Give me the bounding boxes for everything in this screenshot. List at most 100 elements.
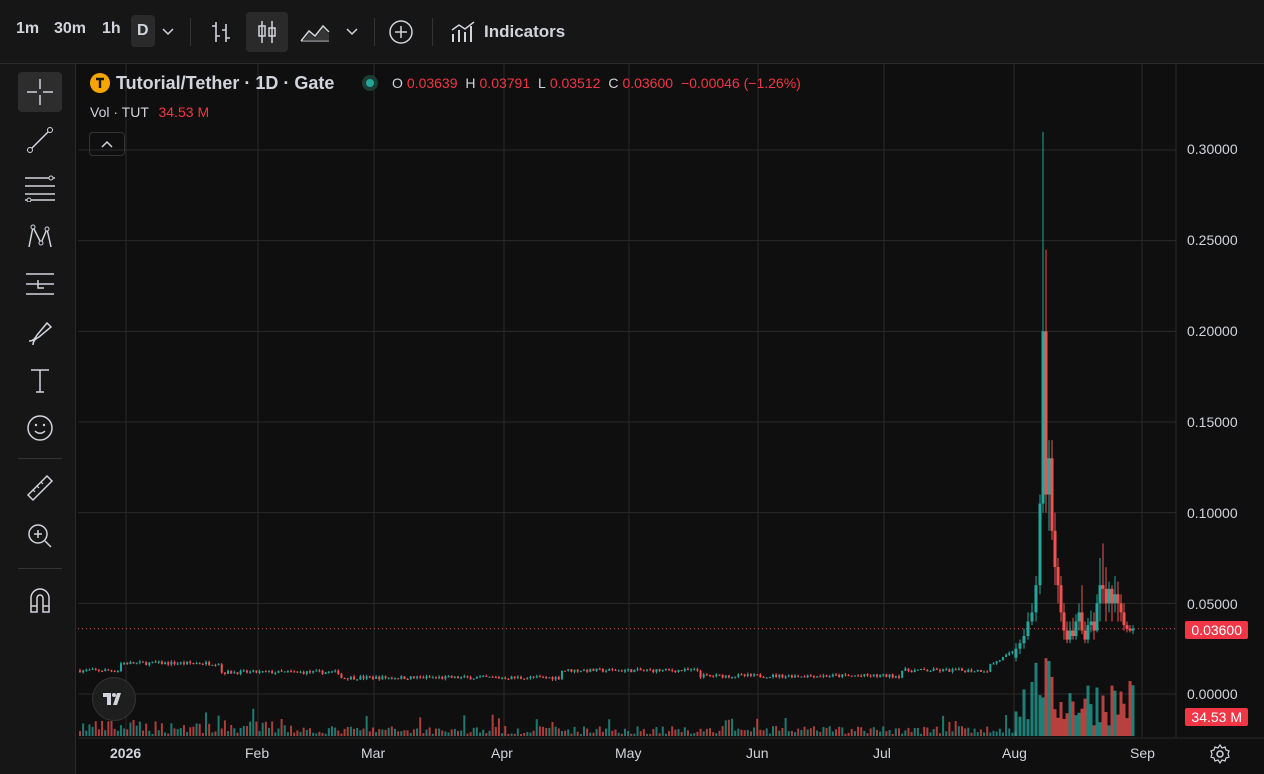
candle-body [192, 662, 195, 664]
chart-canvas[interactable] [78, 64, 1264, 774]
volume-bar [822, 726, 825, 736]
candle-body [129, 662, 132, 665]
volume-bar [305, 729, 308, 736]
volume-bar [838, 726, 841, 736]
crosshair-icon[interactable] [18, 72, 62, 112]
low-label: L [538, 75, 546, 91]
volume-bar [160, 723, 163, 736]
candle-body [463, 676, 466, 678]
volume-bar [592, 732, 595, 736]
candle-body [926, 669, 929, 672]
candle-body [1014, 648, 1018, 658]
volume-bar [699, 728, 702, 736]
trend-line-icon[interactable] [18, 120, 62, 160]
candle-body [488, 676, 491, 678]
timeframe-30m[interactable]: 30m [54, 20, 86, 38]
volume-bar [157, 730, 160, 736]
candle-body [983, 671, 986, 673]
candle-body [1071, 630, 1075, 636]
volume-bar [91, 726, 94, 736]
volume-bar [819, 731, 822, 736]
candle-body [444, 676, 447, 679]
volume-bar [538, 726, 541, 736]
collapse-legend-button[interactable] [89, 132, 125, 156]
candle-body [113, 670, 116, 672]
zoom-in-icon[interactable] [18, 516, 62, 556]
price-tick: 0.05000 [1187, 596, 1238, 612]
candle-body [655, 669, 658, 673]
volume-bar [485, 733, 488, 736]
timeframe-1m[interactable]: 1m [16, 20, 39, 38]
ruler-icon[interactable] [18, 468, 62, 508]
volume-bar [151, 733, 154, 736]
candle-body [605, 670, 608, 672]
candle-body [334, 670, 337, 672]
volume-bar [1065, 713, 1069, 736]
bar-chart-icon[interactable] [200, 12, 242, 52]
indicators-icon[interactable] [442, 12, 484, 52]
forecast-icon[interactable] [18, 264, 62, 304]
candle-body [97, 669, 100, 671]
tradingview-logo[interactable] [92, 677, 136, 721]
volume-bar [1104, 712, 1108, 736]
candle-body [453, 676, 456, 678]
chart-pane[interactable] [78, 64, 1264, 774]
candle-body [469, 677, 472, 680]
candle-body [797, 675, 800, 677]
text-icon[interactable] [18, 360, 62, 400]
volume-bar [825, 728, 828, 736]
volume-bar [208, 723, 211, 736]
emoji-icon[interactable] [18, 408, 62, 448]
volume-bar [1092, 725, 1096, 736]
candle-body [557, 677, 560, 680]
candle-body [718, 674, 721, 676]
chart-type-chevron-down-icon[interactable] [336, 12, 368, 52]
magnet-icon[interactable] [18, 580, 62, 620]
candle-body [523, 678, 526, 680]
volume-label: Vol · TUT [90, 104, 149, 120]
volume-bar [340, 733, 343, 736]
symbol-title[interactable]: Tutorial/Tether · 1D · Gate [116, 73, 334, 94]
volume-bar [1014, 711, 1018, 736]
volume-bar [94, 721, 97, 736]
candle-body [816, 676, 819, 678]
volume-bar [809, 728, 812, 736]
volume-bar [986, 726, 989, 736]
volume-bar [1128, 681, 1132, 736]
volume-bar [564, 730, 567, 736]
candle-body [460, 677, 463, 679]
candle-body [126, 663, 129, 665]
indicators-button[interactable]: Indicators [484, 22, 565, 42]
volume-bar [419, 717, 422, 736]
pattern-icon[interactable] [18, 216, 62, 256]
area-chart-icon[interactable] [294, 12, 336, 52]
volume-bar [620, 733, 623, 736]
volume-bar [542, 726, 545, 736]
candle-body [545, 676, 548, 678]
volume-bar [860, 727, 863, 736]
brush-icon[interactable] [18, 312, 62, 352]
volume-bar [702, 731, 705, 736]
timeframe-dropdown-chevron-down-icon[interactable] [150, 12, 186, 52]
compare-plus-icon[interactable] [380, 12, 422, 52]
candle-body [532, 676, 535, 678]
candles-icon[interactable] [246, 12, 288, 52]
candle-body [299, 671, 302, 673]
volume-bar [176, 729, 179, 736]
candle-body [227, 670, 230, 674]
volume-bar [107, 721, 110, 736]
timeframe-1h[interactable]: 1h [102, 20, 121, 38]
candle-body [1044, 331, 1048, 495]
candle-body [346, 678, 349, 680]
candle-body [661, 669, 664, 672]
volume-bar [1034, 662, 1038, 736]
volume-bar [920, 733, 923, 736]
fib-icon[interactable] [18, 168, 62, 208]
volume-bar [964, 728, 967, 736]
candle-body [806, 675, 809, 678]
candle-body [507, 678, 510, 680]
volume-bar [967, 727, 970, 736]
volume-bar [497, 718, 500, 736]
volume-bar [586, 728, 589, 736]
settings-gear-icon[interactable] [1210, 743, 1230, 769]
